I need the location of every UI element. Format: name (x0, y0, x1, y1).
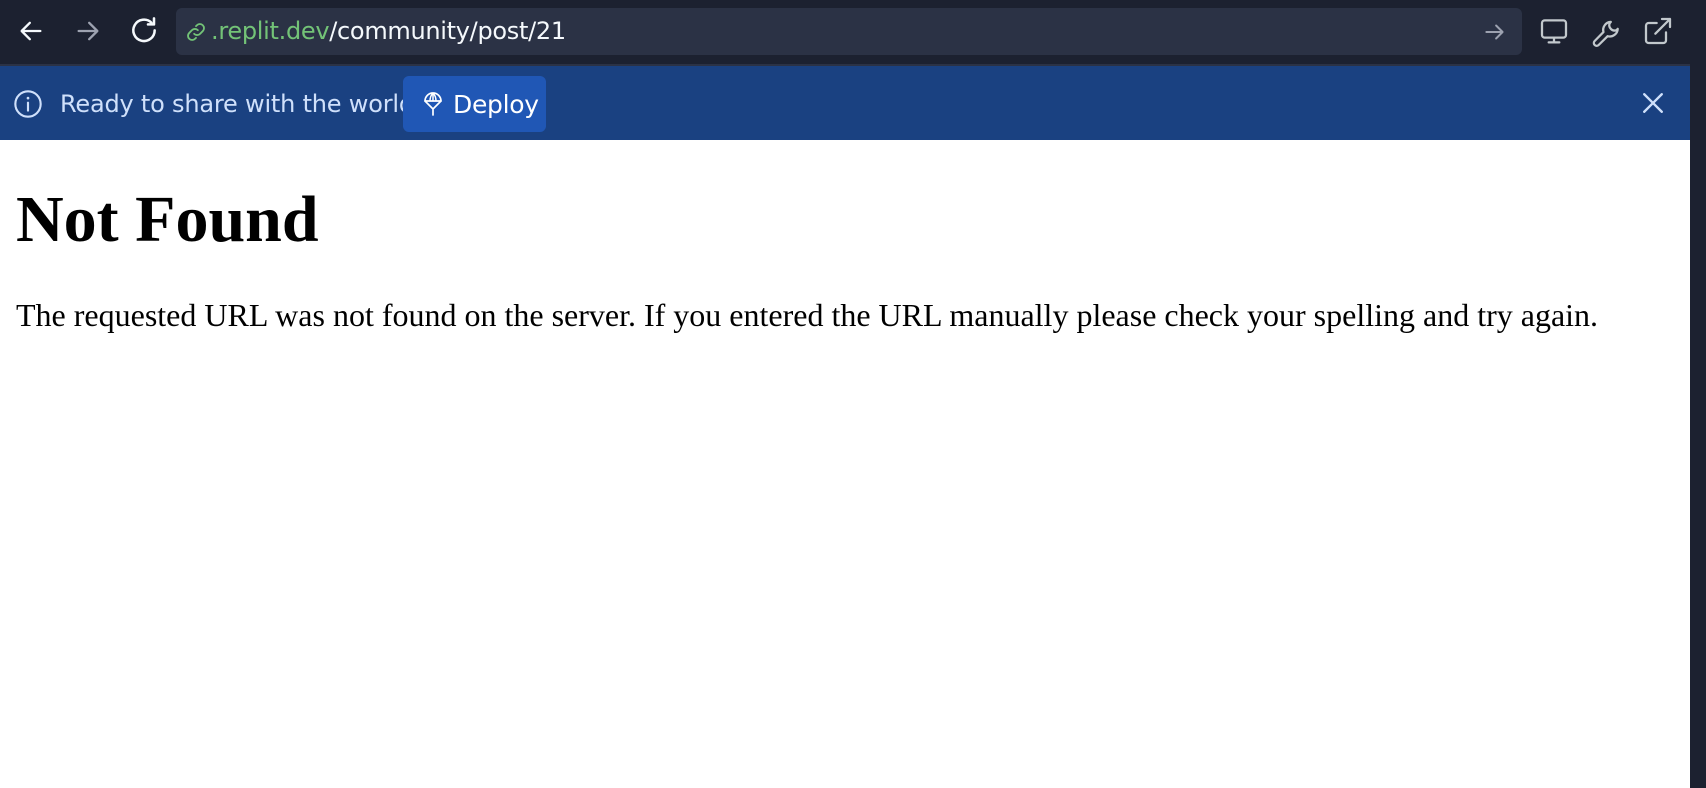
link-icon (187, 23, 205, 41)
devtools-button[interactable] (1586, 11, 1626, 51)
banner-message: Ready to share with the world? (60, 90, 427, 118)
external-link-icon (1644, 17, 1672, 45)
error-message: The requested URL was not found on the s… (16, 297, 1599, 333)
devices-button[interactable] (1534, 11, 1574, 51)
forward-button[interactable] (68, 11, 108, 51)
address-bar[interactable]: .replit.dev/community/post/21 (176, 8, 1522, 55)
browser-toolbar: .replit.dev/community/post/21 (0, 0, 1690, 66)
go-arrow-icon[interactable] (1482, 19, 1508, 45)
deploy-button[interactable]: Deploy (403, 76, 546, 132)
window-edge (1690, 0, 1706, 788)
deploy-button-label: Deploy (453, 90, 539, 119)
close-icon[interactable] (1638, 88, 1668, 118)
url-path: /community/post/21 (329, 17, 566, 45)
browser-window: .replit.dev/community/post/21 Ready to s… (0, 0, 1690, 788)
reload-icon (132, 17, 156, 43)
info-icon (14, 90, 42, 118)
open-new-tab-button[interactable] (1638, 11, 1678, 51)
forward-arrow-icon (77, 21, 99, 41)
wrench-icon (1592, 20, 1619, 47)
deploy-banner: Ready to share with the world? Deploy (0, 66, 1690, 140)
page-title: Not Found (16, 183, 319, 256)
url-domain: .replit.dev (211, 17, 330, 45)
back-button[interactable] (11, 11, 51, 51)
address-bar-url: .replit.dev/community/post/21 (211, 8, 566, 55)
back-arrow-icon (20, 21, 42, 41)
reload-button[interactable] (124, 11, 164, 51)
monitor-icon (1540, 19, 1568, 44)
deploy-icon (424, 92, 442, 116)
